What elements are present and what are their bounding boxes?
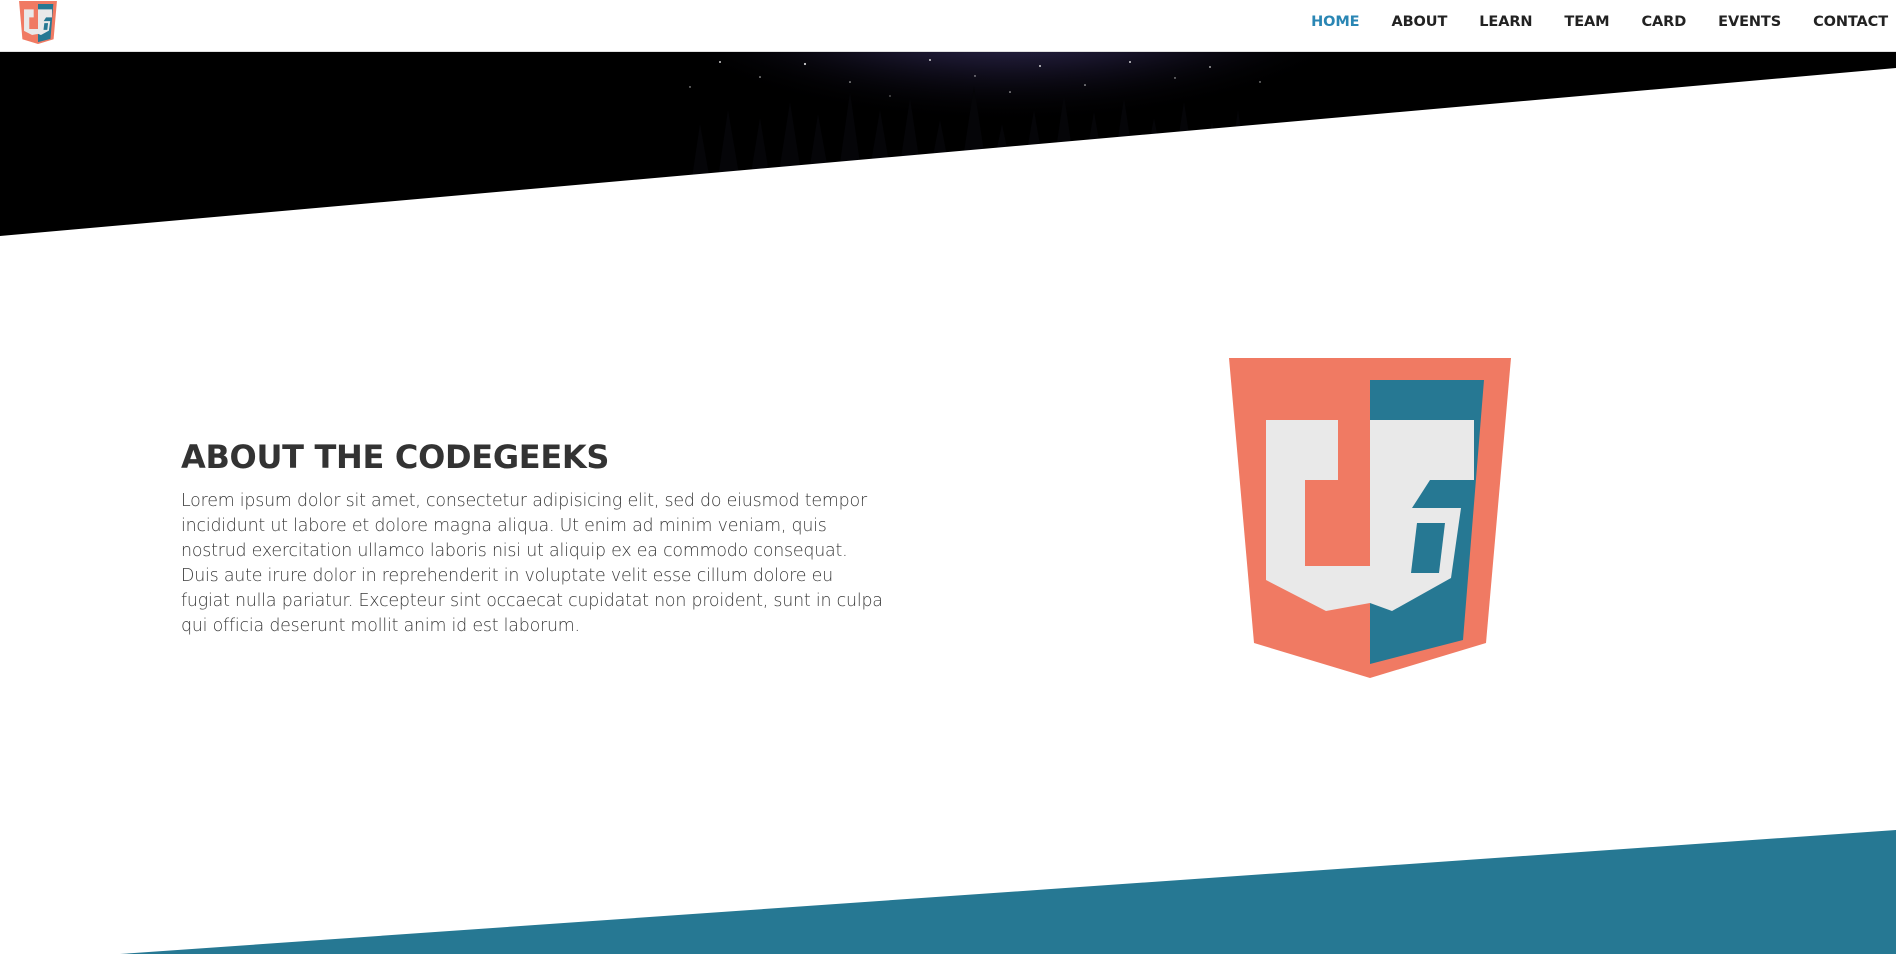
nav-menu: HOME ABOUT LEARN TEAM CARD EVENTS CONTAC… — [1279, 0, 1896, 44]
nav-learn-link[interactable]: LEARN — [1479, 14, 1532, 30]
codegeeks-logo-icon[interactable] — [19, 1, 57, 44]
navbar: HOME ABOUT LEARN TEAM CARD EVENTS CONTAC… — [0, 0, 1896, 52]
hero-banner — [0, 52, 1896, 242]
nav-events-link[interactable]: EVENTS — [1718, 14, 1781, 30]
nav-team-link[interactable]: TEAM — [1564, 14, 1609, 30]
nav-about-link[interactable]: ABOUT — [1391, 14, 1447, 30]
codegeeks-shield-logo — [1229, 358, 1511, 678]
about-paragraph: Lorem ipsum dolor sit amet, consectetur … — [181, 491, 883, 636]
nav-contact-link[interactable]: CONTACT — [1813, 14, 1888, 30]
nav-card-link[interactable]: CARD — [1641, 14, 1686, 30]
footer-band — [120, 830, 1896, 954]
nav-home-link[interactable]: HOME — [1311, 14, 1360, 30]
about-heading: ABOUT THE CODEGEEKS — [181, 438, 610, 476]
